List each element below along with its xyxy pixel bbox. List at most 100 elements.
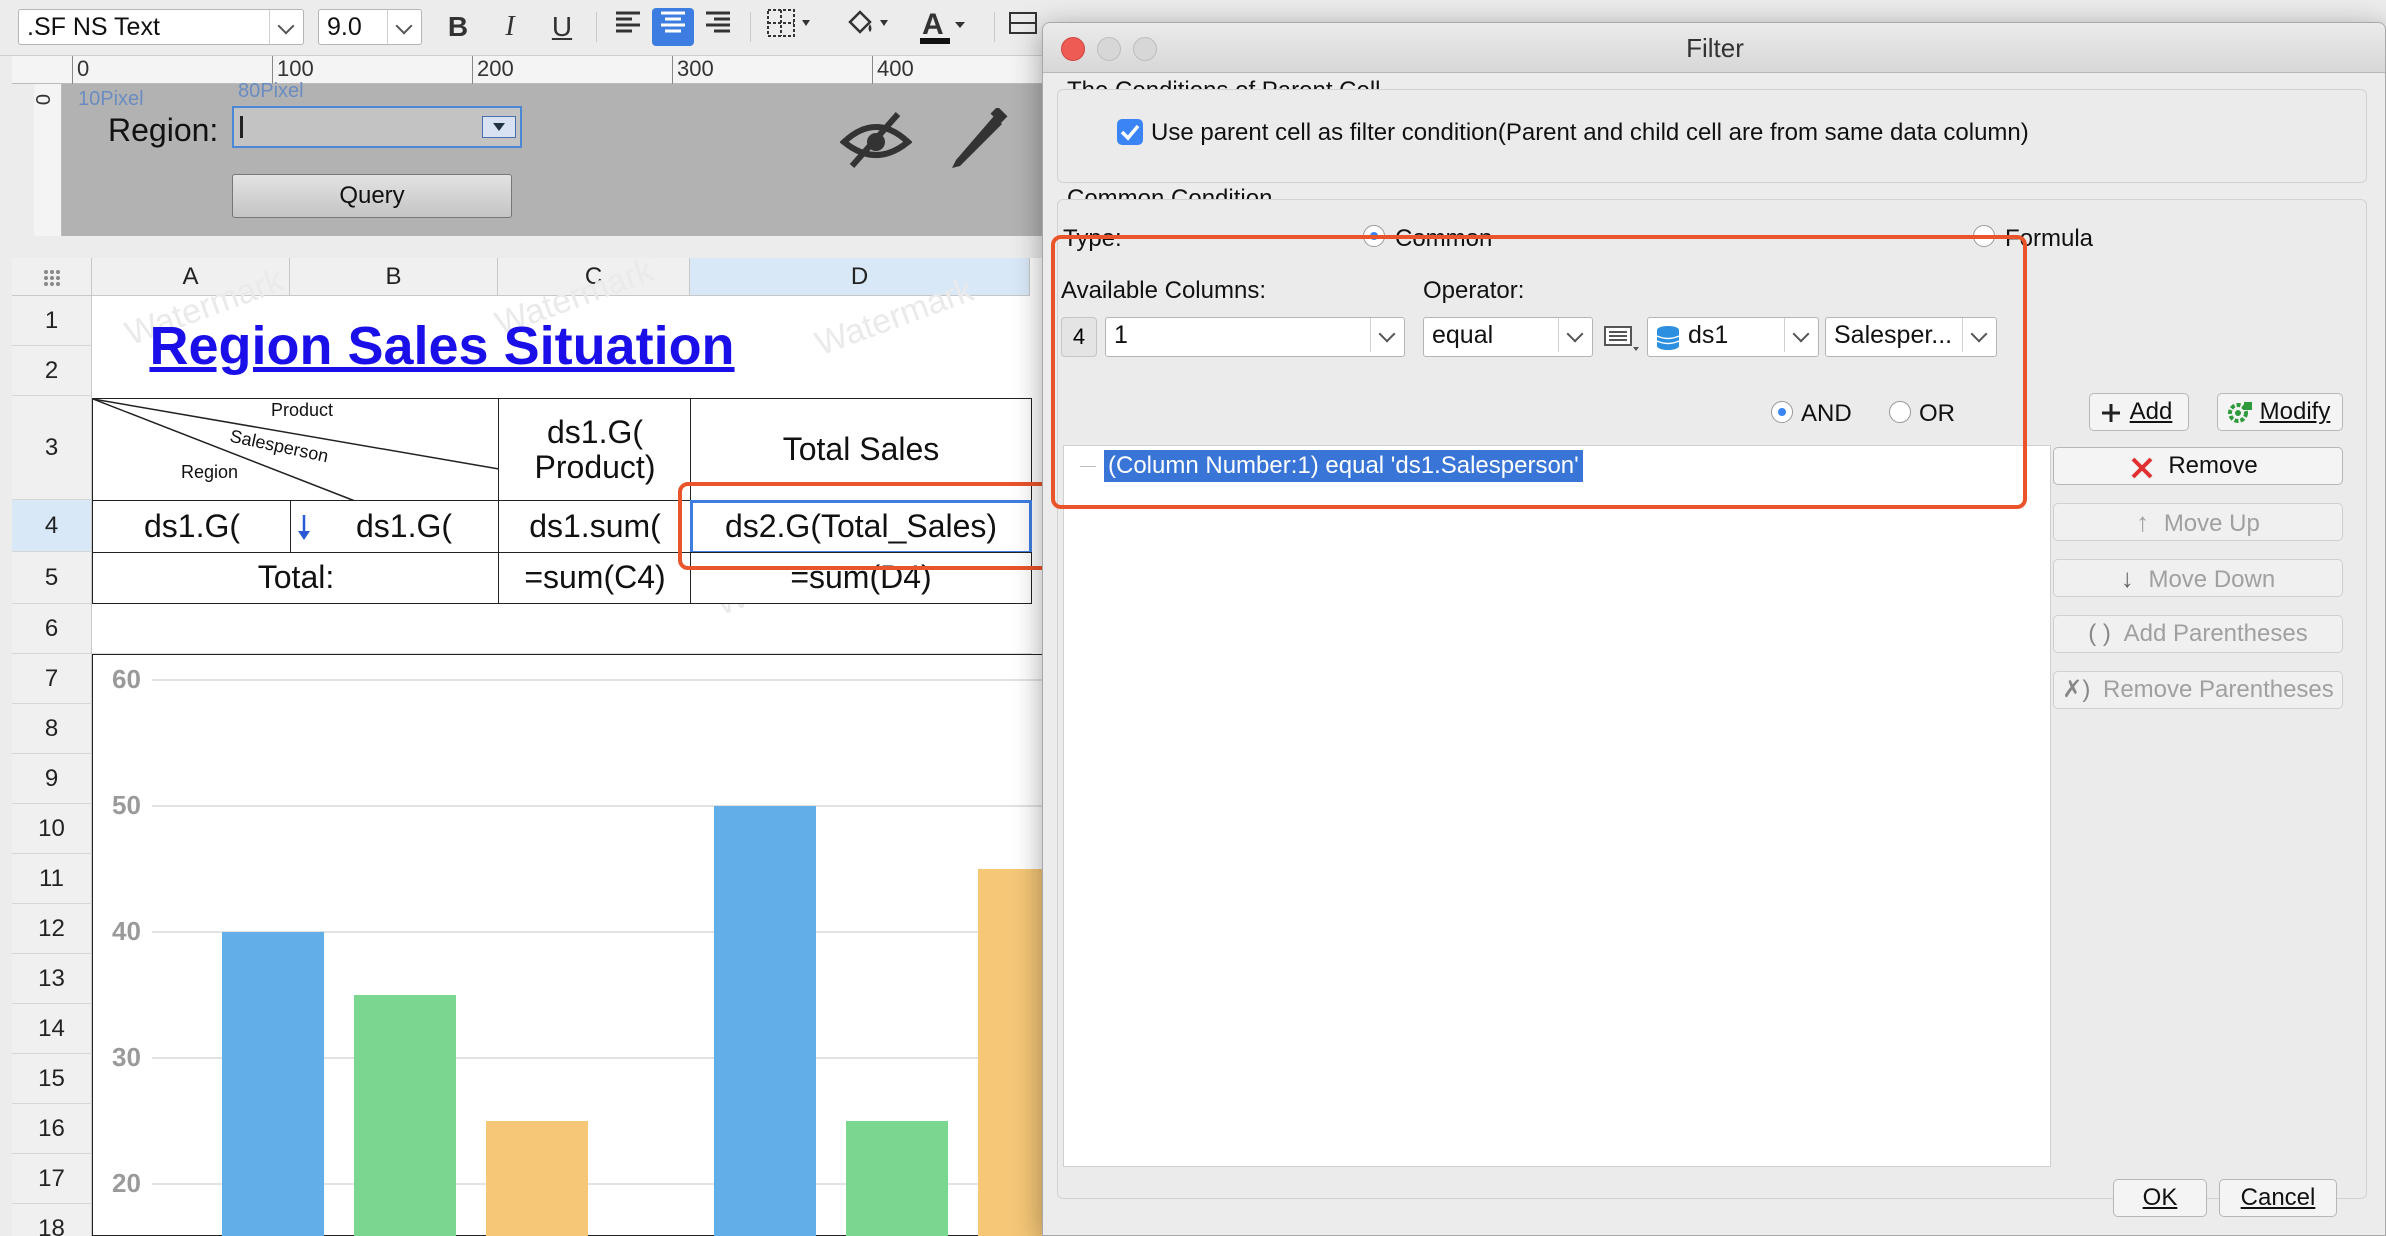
row-header-6[interactable]: 6 — [12, 604, 92, 654]
chart-bar[interactable] — [486, 1121, 588, 1236]
row-header-11[interactable]: 11 — [12, 854, 92, 904]
slash-header-cell[interactable]: Product Salesperson Region — [92, 398, 500, 502]
text-caret — [240, 116, 243, 138]
row-header-18[interactable]: 18 — [12, 1204, 92, 1236]
ruler-tick: 200 — [472, 56, 514, 84]
ok-button[interactable]: OK — [2113, 1179, 2207, 1217]
cell-c4[interactable]: ds1.sum( — [498, 500, 692, 554]
row-header-16[interactable]: 16 — [12, 1104, 92, 1154]
row-header-8[interactable]: 8 — [12, 704, 92, 754]
add-button-label: Add — [2129, 398, 2173, 425]
row-header-15[interactable]: 15 — [12, 1054, 92, 1104]
chart-bar[interactable] — [846, 1121, 948, 1236]
ruler-tick: 400 — [872, 56, 914, 84]
expand-down-arrow-icon — [298, 515, 310, 540]
fill-color-button[interactable] — [840, 8, 896, 46]
font-size-combo[interactable]: 9.0 — [318, 9, 422, 45]
border-button[interactable] — [762, 8, 818, 46]
add-parentheses-label: Add Parentheses — [2123, 620, 2308, 647]
border-grid-icon — [767, 9, 810, 37]
cell-c5[interactable]: =sum(C4) — [498, 552, 692, 604]
parameter-pane: 10Pixel 80Pixel Region: Query — [62, 80, 1050, 236]
row-header-4[interactable]: 4 — [12, 500, 92, 552]
y-tick-label: 40 — [112, 916, 141, 946]
italic-button[interactable]: I — [490, 8, 530, 46]
chart-bar[interactable] — [978, 869, 1050, 1236]
remove-button-label: Remove — [2168, 452, 2258, 479]
underline-button[interactable]: U — [542, 8, 582, 46]
toolbar-divider — [596, 12, 597, 42]
move-down-button[interactable]: ↓ Move Down — [2053, 559, 2343, 597]
font-color-button[interactable]: A — [916, 8, 972, 46]
merge-cells-button[interactable] — [1004, 8, 1042, 46]
align-right-button[interactable] — [698, 8, 738, 46]
remove-button[interactable]: Remove — [2053, 447, 2343, 485]
cell-a4[interactable]: ds1.G( — [92, 500, 292, 554]
modify-button[interactable]: Modify — [2217, 393, 2343, 431]
condition-list[interactable]: (Column Number:1) equal 'ds1.Salesperson… — [1063, 445, 2051, 1167]
row-header-10[interactable]: 10 — [12, 804, 92, 854]
merge-cells-icon — [1009, 12, 1037, 34]
modify-button-label: Modify — [2259, 398, 2331, 425]
row-header-9[interactable]: 9 — [12, 754, 92, 804]
row-header-5[interactable]: 5 — [12, 552, 92, 604]
region-combo[interactable] — [232, 106, 522, 148]
cell-b4[interactable]: ds1.G( — [290, 500, 500, 554]
row-header-2[interactable]: 2 — [12, 346, 92, 396]
column-header-c[interactable]: C — [498, 258, 690, 296]
align-center-button[interactable] — [652, 8, 694, 46]
add-parentheses-button[interactable]: ( ) Add Parentheses — [2053, 615, 2343, 653]
chevron-down-icon[interactable] — [387, 10, 421, 44]
select-all-corner[interactable] — [12, 258, 92, 296]
row-header-7[interactable]: 7 — [12, 654, 92, 704]
add-button[interactable]: Add — [2089, 393, 2189, 431]
chevron-down-icon[interactable] — [269, 10, 303, 44]
report-title: Region Sales Situation — [149, 316, 735, 376]
row-header-12[interactable]: 12 — [12, 904, 92, 954]
row-header-1[interactable]: 1 — [12, 296, 92, 346]
column-header-d[interactable]: D — [690, 258, 1030, 296]
cancel-button[interactable]: Cancel — [2219, 1179, 2337, 1217]
font-name-combo[interactable]: .SF NS Text — [18, 9, 304, 45]
column-header-b[interactable]: B — [290, 258, 498, 296]
query-button[interactable]: Query — [232, 174, 512, 218]
align-left-button[interactable] — [608, 8, 648, 46]
bar-chart[interactable]: 20 30 40 50 60 — [92, 654, 1050, 1236]
bold-button[interactable]: B — [438, 8, 478, 46]
chart-bar[interactable] — [714, 806, 816, 1236]
use-parent-checkbox[interactable] — [1117, 119, 1143, 145]
remove-parentheses-button[interactable]: ✗) Remove Parentheses — [2053, 671, 2343, 709]
y-tick-label: 30 — [112, 1042, 141, 1072]
width-hint: 80Pixel — [238, 80, 304, 102]
use-parent-label: Use parent cell as filter condition(Pare… — [1151, 119, 2029, 146]
chart-bar[interactable] — [222, 932, 324, 1236]
row-header-14[interactable]: 14 — [12, 1004, 92, 1054]
dropdown-button[interactable] — [482, 116, 516, 138]
ruler-tick: 300 — [672, 56, 714, 84]
filter-dialog: Filter The Conditions of Parent Cell Use… — [1042, 22, 2386, 1236]
report-title-cell[interactable]: Region Sales Situation — [92, 296, 1032, 396]
row-header-17[interactable]: 17 — [12, 1154, 92, 1204]
vertical-ruler: 0 — [31, 84, 62, 236]
caret-down-icon — [493, 123, 505, 131]
cancel-button-label: Cancel — [2240, 1184, 2316, 1211]
eye-slash-icon[interactable] — [840, 110, 912, 170]
y-tick-label: 50 — [112, 790, 141, 820]
move-down-label: Move Down — [2148, 566, 2276, 593]
y-tick-label: 60 — [112, 664, 141, 694]
ruler-tick: 0 — [72, 56, 89, 84]
parentheses-icon: ( ) — [2088, 620, 2111, 647]
report-grid: A B C D 1 2 3 4 5 6 7 8 9 10 11 12 13 14 15 16 17 18 Wate… — [12, 258, 1050, 1236]
gear-icon — [2228, 402, 2252, 423]
cell-c3[interactable]: ds1.G( Product) — [498, 398, 692, 502]
chart-bar[interactable] — [354, 995, 456, 1236]
column-header-a[interactable]: A — [92, 258, 290, 296]
row-header-13[interactable]: 13 — [12, 954, 92, 1004]
row-header-3[interactable]: 3 — [12, 396, 92, 500]
cell-a5[interactable]: Total: — [92, 552, 500, 604]
dialog-title: Filter — [1686, 33, 1744, 63]
move-up-button[interactable]: ↑ Move Up — [2053, 503, 2343, 541]
paint-bucket-icon — [848, 10, 888, 34]
pencil-icon[interactable] — [942, 108, 1012, 172]
red-x-icon — [2131, 457, 2153, 479]
